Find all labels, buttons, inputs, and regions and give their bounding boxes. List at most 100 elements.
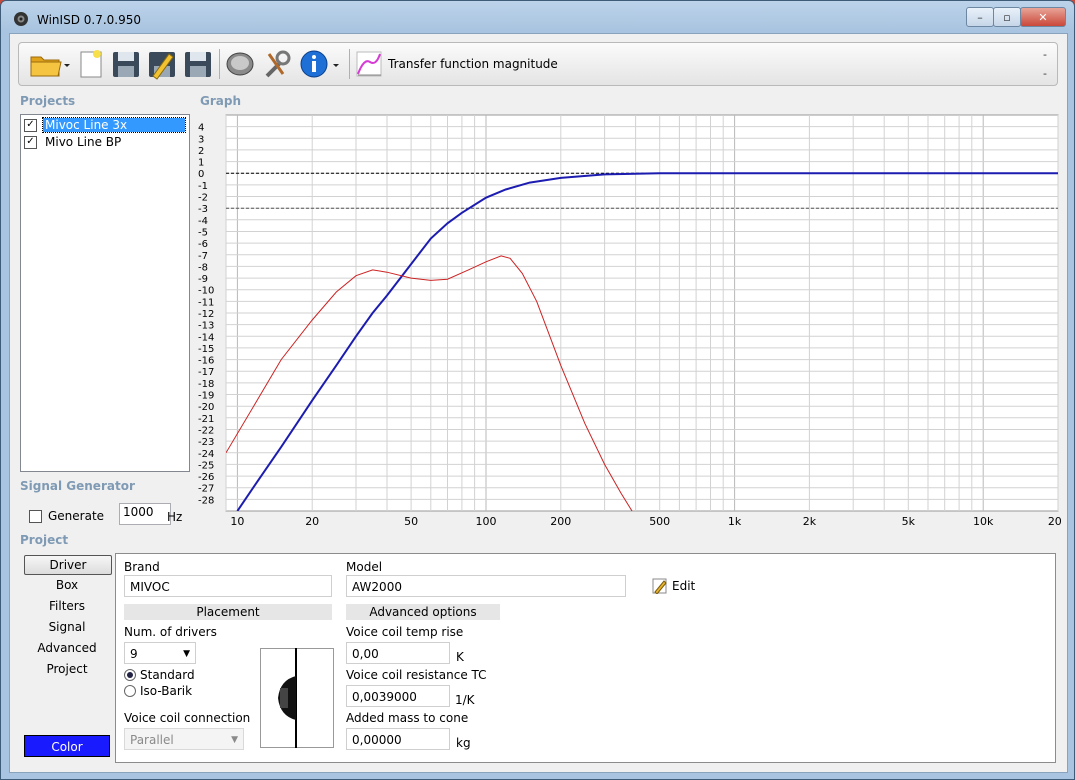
app-window: WinISD 0.7.0.950 – ▫ ✕ Transfer function… bbox=[0, 0, 1075, 780]
speaker-driver-icon bbox=[226, 52, 254, 76]
y-tick-label: -7 bbox=[198, 251, 208, 262]
num-drivers-value: 9 bbox=[130, 647, 138, 661]
save-as-button[interactable] bbox=[147, 48, 177, 80]
y-tick-label: -28 bbox=[198, 495, 214, 506]
y-tick-label: -27 bbox=[198, 484, 214, 495]
model-field[interactable]: AW2000 bbox=[346, 575, 626, 597]
y-tick-label: -12 bbox=[198, 309, 214, 320]
generate-checkbox-row[interactable]: Generate bbox=[29, 509, 104, 523]
y-tick-label: -24 bbox=[198, 449, 214, 460]
x-tick-label: 1k bbox=[728, 515, 742, 528]
radio-standard-dot bbox=[124, 669, 136, 681]
x-tick-label: 10 bbox=[230, 515, 244, 528]
y-tick-label: -11 bbox=[198, 297, 214, 308]
brand-field[interactable]: MIVOC bbox=[124, 575, 332, 597]
close-button[interactable]: ✕ bbox=[1020, 7, 1066, 27]
minimize-button[interactable]: – bbox=[966, 7, 994, 27]
frequency-input[interactable]: 1000 bbox=[119, 503, 171, 525]
y-tick-label: -23 bbox=[198, 437, 214, 448]
vc-res-tc-label: Voice coil resistance TC bbox=[346, 668, 487, 682]
added-mass-field[interactable]: 0,00000 bbox=[346, 728, 450, 750]
pencil-icon bbox=[652, 578, 667, 594]
x-tick-label: 50 bbox=[404, 515, 418, 528]
x-tick-label: 10k bbox=[973, 515, 994, 528]
nav-filters[interactable]: Filters bbox=[24, 597, 110, 615]
driver-editor-button[interactable] bbox=[225, 48, 255, 80]
maximize-button[interactable]: ▫ bbox=[993, 7, 1021, 27]
nav-signal[interactable]: Signal bbox=[24, 618, 110, 636]
y-tick-label: -20 bbox=[198, 402, 214, 413]
generate-checkbox[interactable] bbox=[29, 509, 42, 523]
project-item[interactable]: ✓ Mivo Line BP bbox=[24, 134, 123, 150]
edit-label: Edit bbox=[672, 579, 696, 593]
chevron-down-icon: ▼ bbox=[183, 649, 190, 659]
y-tick-label: -10 bbox=[198, 286, 214, 297]
window-title: WinISD 0.7.0.950 bbox=[37, 13, 142, 27]
new-project-button[interactable] bbox=[77, 48, 105, 80]
project-checkbox[interactable]: ✓ bbox=[24, 118, 37, 132]
graph-area[interactable]: 4 3 2 1 0 -1 -2 -3 -4 -5 -6 -7 -8 -9 -10 -11 -12 -13 -14 -1… bbox=[190, 110, 1069, 530]
y-tick-label: -16 bbox=[198, 356, 214, 367]
info-button[interactable] bbox=[299, 48, 341, 80]
toolbar-dash-top: - bbox=[1043, 48, 1047, 61]
vc-connection-select[interactable]: Parallel ▼ bbox=[124, 728, 244, 750]
nav-box[interactable]: Box bbox=[24, 576, 110, 594]
x-tick-label: 5k bbox=[902, 515, 916, 528]
x-tick-label: 20k bbox=[1048, 515, 1062, 528]
nav-project[interactable]: Project bbox=[24, 660, 110, 678]
placement-header: Placement bbox=[124, 604, 332, 620]
vc-res-tc-field[interactable]: 0,0039000 bbox=[346, 685, 450, 707]
x-tick-label: 200 bbox=[550, 515, 571, 528]
x-tick-label: 100 bbox=[476, 515, 497, 528]
main-client-area: Transfer function magnitude - - Projects… bbox=[9, 33, 1069, 773]
nav-driver[interactable]: Driver bbox=[24, 555, 112, 575]
color-button[interactable]: Color bbox=[24, 735, 110, 757]
save-icon bbox=[113, 52, 139, 77]
project-checkbox[interactable]: ✓ bbox=[24, 135, 37, 149]
vc-temp-field[interactable]: 0,00 bbox=[346, 642, 450, 664]
chevron-down-icon: ▼ bbox=[231, 735, 238, 745]
y-tick-label: 1 bbox=[198, 158, 204, 169]
wrench-icon bbox=[265, 50, 291, 78]
radio-standard[interactable]: Standard bbox=[124, 668, 195, 682]
open-folder-button[interactable] bbox=[29, 48, 71, 80]
vc-temp-label: Voice coil temp rise bbox=[346, 625, 464, 639]
num-drivers-select[interactable]: 9 ▼ bbox=[124, 642, 196, 664]
save-all-button[interactable] bbox=[183, 48, 213, 80]
graph-label: Graph bbox=[200, 94, 241, 108]
nav-advanced[interactable]: Advanced bbox=[24, 639, 110, 657]
tools-button[interactable] bbox=[261, 48, 293, 80]
frequency-response-chart[interactable]: 43210-1-2-3-4-5-6-7-8-9-10-11-12-13-14-1… bbox=[190, 110, 1069, 530]
save-button[interactable] bbox=[111, 48, 141, 80]
vc-connection-label: Voice coil connection bbox=[124, 711, 251, 725]
graph-type-button[interactable] bbox=[355, 48, 383, 80]
project-name: Mivoc Line 3x bbox=[42, 117, 186, 133]
x-tick-label: 500 bbox=[649, 515, 670, 528]
y-tick-label: -6 bbox=[198, 239, 208, 250]
advanced-options-header: Advanced options bbox=[346, 604, 500, 620]
frequency-unit: Hz bbox=[167, 510, 183, 524]
edit-driver-button[interactable]: Edit bbox=[652, 578, 695, 594]
y-tick-label: -4 bbox=[198, 216, 208, 227]
graph-type-label: Transfer function magnitude bbox=[388, 57, 558, 71]
toolbar-separator bbox=[219, 49, 220, 79]
y-tick-label: -26 bbox=[198, 472, 214, 483]
y-tick-label: 4 bbox=[198, 123, 204, 134]
app-icon bbox=[14, 12, 28, 26]
added-mass-label: Added mass to cone bbox=[346, 711, 469, 725]
toolbar: Transfer function magnitude - - bbox=[18, 42, 1058, 86]
radio-standard-label: Standard bbox=[140, 668, 195, 682]
project-item[interactable]: ✓ Mivoc Line 3x bbox=[24, 117, 186, 133]
radio-isobarik[interactable]: Iso-Barik bbox=[124, 684, 192, 698]
vc-connection-value: Parallel bbox=[130, 733, 174, 747]
project-name: Mivo Line BP bbox=[45, 135, 122, 149]
graph-icon bbox=[356, 51, 382, 77]
x-tick-label: 2k bbox=[803, 515, 817, 528]
added-mass-unit: kg bbox=[456, 736, 471, 750]
projects-list: ✓ Mivoc Line 3x ✓ Mivo Line BP bbox=[20, 114, 190, 472]
y-tick-label: -19 bbox=[198, 391, 214, 402]
save-all-icon bbox=[185, 52, 211, 77]
y-tick-label: -5 bbox=[198, 228, 208, 239]
new-document-icon bbox=[80, 50, 102, 78]
title-bar[interactable]: WinISD 0.7.0.950 – ▫ ✕ bbox=[1, 1, 1074, 35]
